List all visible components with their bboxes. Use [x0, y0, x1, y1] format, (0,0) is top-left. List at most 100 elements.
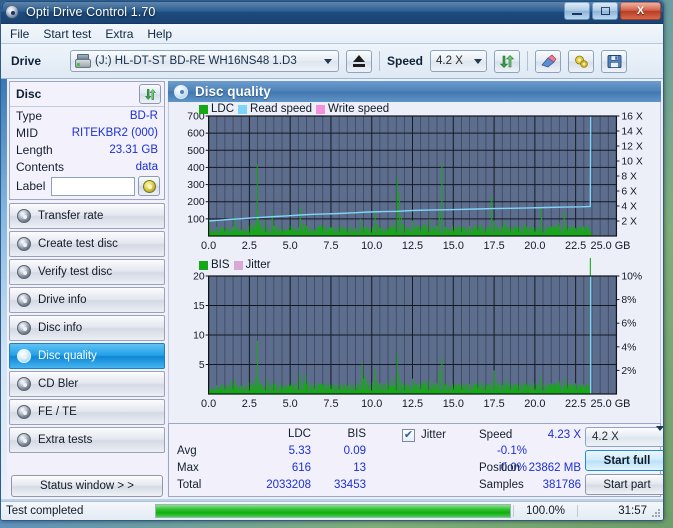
minimize-button[interactable]	[564, 2, 590, 20]
svg-text:8%: 8%	[621, 295, 636, 306]
svg-text:12.5: 12.5	[402, 398, 423, 410]
disc-label-button[interactable]	[138, 176, 160, 196]
menu-file[interactable]: File	[10, 27, 29, 41]
sidebar-item-label: CD Bler	[38, 378, 79, 390]
disc-type-value: BD-R	[129, 109, 158, 122]
ldc-chart: LDC Read speed Write speed 100 200 300 400 5…	[169, 102, 660, 258]
menu-extra[interactable]: Extra	[105, 27, 133, 41]
eraser-icon	[540, 54, 556, 67]
svg-text:100: 100	[187, 214, 205, 225]
disc-refresh-button[interactable]	[139, 84, 161, 104]
svg-text:15.0: 15.0	[443, 398, 464, 410]
legend-label-jitter: Jitter	[245, 259, 271, 271]
stats-bis-total: 33453	[334, 479, 366, 491]
disc-length-value: 23.31 GB	[109, 143, 158, 156]
svg-text:14 X: 14 X	[621, 126, 642, 137]
svg-text:300: 300	[187, 180, 205, 191]
ldc-plot[interactable]: 1002003004005006007002 X4 X6 X8 X10 X12 …	[169, 102, 660, 258]
disc-type-label: Type	[16, 108, 43, 123]
disc-row-type: Type BD-R	[10, 107, 164, 124]
chevron-down-icon[interactable]	[469, 52, 486, 70]
menu-help[interactable]: Help	[147, 27, 172, 41]
sidebar-item-label: Verify test disc	[38, 266, 113, 278]
sidebar-item-fe-te[interactable]: FE / TE	[9, 399, 165, 425]
jitter-label: Jitter	[421, 429, 446, 441]
stats-row-max: Max	[177, 462, 199, 474]
test-speed-select[interactable]: 4.2 X	[585, 426, 663, 447]
svg-text:2%: 2%	[621, 366, 636, 377]
disc-icon	[17, 293, 31, 307]
bis-plot[interactable]: 5 10 15 20 2% 4% 6% 8% 10% 0.0 2.5 5.0 7.5 10.0 12.5 15…	[169, 258, 660, 416]
menu-bar: File Start test Extra Help	[1, 24, 663, 44]
legend-label-read-speed: Read speed	[250, 103, 313, 115]
menu-start-test[interactable]: Start test	[43, 27, 91, 41]
svg-text:5.0: 5.0	[283, 398, 298, 410]
legend-swatch-ldc	[199, 104, 208, 114]
svg-text:5: 5	[199, 360, 205, 371]
floppy-save-icon	[607, 54, 621, 68]
disc-icon	[17, 349, 31, 363]
stats-ldc-max: 616	[291, 462, 311, 474]
sidebar-item-create-test-disc[interactable]: Create test disc	[9, 231, 165, 257]
chevron-down-icon[interactable]	[656, 426, 663, 443]
close-button[interactable]: X	[620, 2, 661, 20]
sidebar-item-label: Create test disc	[38, 238, 118, 250]
sidebar-item-disc-info[interactable]: Disc info	[9, 315, 165, 341]
disc-label-input[interactable]	[51, 176, 135, 196]
disc-contents-value: data	[135, 160, 158, 173]
disc-icon	[17, 433, 31, 447]
stats-bis-avg: 0.09	[343, 445, 366, 457]
svg-text:10 X: 10 X	[621, 156, 642, 167]
refresh-button[interactable]	[494, 49, 521, 73]
start-part-button[interactable]: Start part	[585, 474, 663, 495]
refresh-icon	[499, 54, 515, 68]
svg-text:400: 400	[187, 163, 205, 174]
toolbar-separator-2	[527, 51, 529, 71]
sidebar-item-cd-bler[interactable]: CD Bler	[9, 371, 165, 397]
speed-stat-label: Speed	[479, 429, 513, 441]
save-button[interactable]	[601, 49, 628, 73]
charts-container: LDC Read speed Write speed 100 200 300 400 5…	[168, 102, 661, 423]
application-window: Opti Drive Control 1.70 X File Start tes…	[0, 0, 664, 521]
settings-button[interactable]	[568, 49, 595, 73]
chevron-down-icon[interactable]	[319, 52, 336, 70]
sidebar-item-verify-test-disc[interactable]: Verify test disc	[9, 259, 165, 285]
disc-icon	[17, 405, 31, 419]
svg-text:7.5: 7.5	[323, 398, 338, 410]
legend-label-bis: BIS	[211, 259, 230, 271]
swap-refresh-icon	[144, 88, 156, 100]
sidebar-item-extra-tests[interactable]: Extra tests	[9, 427, 165, 453]
erase-button[interactable]	[535, 49, 562, 73]
window-title: Opti Drive Control 1.70	[26, 5, 156, 19]
start-full-button[interactable]: Start full	[585, 450, 663, 471]
progress-bar-track	[155, 504, 511, 518]
jitter-checkbox[interactable]: ✔	[402, 429, 415, 442]
sidebar-item-label: Transfer rate	[38, 210, 104, 222]
stats-bis-max: 13	[353, 462, 366, 474]
stats-col-bis: BIS	[347, 428, 366, 440]
maximize-button[interactable]	[592, 2, 618, 20]
drive-select[interactable]: (J:) HL-DT-ST BD-RE WH16NS48 1.D3	[70, 50, 339, 72]
sidebar-item-disc-quality[interactable]: Disc quality	[9, 343, 165, 369]
sidebar-item-transfer-rate[interactable]: Transfer rate	[9, 203, 165, 229]
svg-text:200: 200	[187, 197, 205, 208]
status-window-button[interactable]: Status window > >	[11, 475, 163, 497]
svg-text:20.0: 20.0	[524, 240, 545, 252]
sidebar-item-drive-info[interactable]: Drive info	[9, 287, 165, 313]
svg-text:4%: 4%	[621, 342, 636, 353]
svg-text:22.5: 22.5	[565, 240, 586, 252]
eject-button[interactable]	[346, 49, 372, 73]
disc-label-caption: Label	[16, 179, 46, 193]
stats-col-ldc: LDC	[287, 428, 311, 440]
svg-text:17.5: 17.5	[483, 398, 504, 410]
speed-select[interactable]: 4.2 X	[430, 50, 488, 72]
svg-text:12 X: 12 X	[621, 141, 642, 152]
drive-select-value: (J:) HL-DT-ST BD-RE WH16NS48 1.D3	[95, 55, 297, 67]
status-text: Test completed	[6, 505, 84, 517]
svg-text:10%: 10%	[621, 271, 642, 282]
stats-ldc-total: 2033208	[266, 479, 311, 491]
disc-mid-label: MID	[16, 125, 38, 140]
resize-grip-icon[interactable]	[650, 507, 661, 518]
legend-swatch-bis	[199, 260, 208, 270]
